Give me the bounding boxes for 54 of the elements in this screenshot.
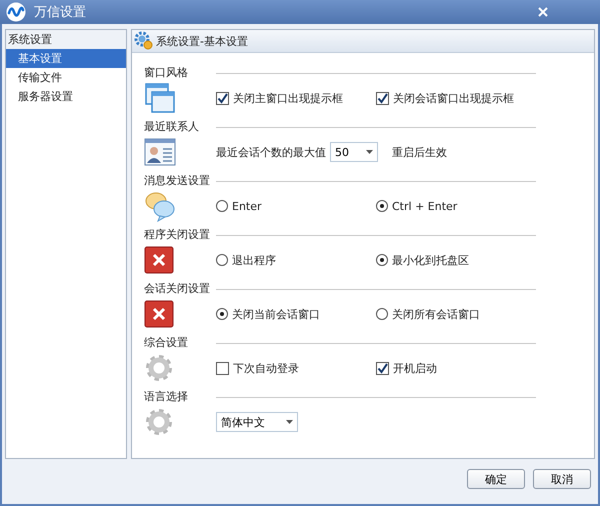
checkbox[interactable]: 开机启动: [376, 360, 536, 376]
contact-card-icon: [144, 136, 176, 168]
section-title: 窗口风格: [144, 65, 189, 81]
field-label: 最近会话个数的最大值: [216, 144, 326, 160]
checkbox-square[interactable]: [216, 92, 229, 104]
gear-icon: [144, 407, 174, 437]
dialog-button[interactable]: 取消: [533, 469, 591, 489]
dropdown[interactable]: 简体中文: [216, 412, 298, 432]
checkbox-square[interactable]: [216, 362, 229, 374]
sidebar-item[interactable]: 基本设置: [6, 49, 126, 68]
section-title: 会话关闭设置: [144, 281, 211, 297]
radio-circle[interactable]: [376, 200, 388, 212]
section-title: 程序关闭设置: [144, 227, 211, 243]
close-icon: [144, 300, 174, 328]
hint-text: 重启后生效: [392, 144, 447, 160]
section-title: 语言选择: [144, 389, 189, 405]
radio-button[interactable]: 退出程序: [216, 252, 376, 268]
checkbox[interactable]: 关闭会话窗口出现提示框: [376, 90, 536, 106]
gear-icon: [134, 31, 154, 51]
checkbox-square[interactable]: [376, 92, 389, 104]
checkbox[interactable]: 下次自动登录: [216, 360, 376, 376]
radio-circle[interactable]: [216, 308, 228, 320]
radio-button[interactable]: Ctrl + Enter: [376, 200, 536, 212]
checkmark-icon: [217, 92, 228, 104]
caret-icon: [286, 420, 293, 424]
radio-circle[interactable]: [216, 254, 228, 266]
section-title: 最近联系人: [144, 119, 200, 135]
section-title: 综合设置: [144, 335, 189, 351]
sidebar-heading[interactable]: 系统设置: [6, 30, 126, 49]
sidebar-item[interactable]: 服务器设置: [6, 87, 126, 106]
section-title: 消息发送设置: [144, 173, 211, 189]
sidebar-item[interactable]: 传输文件: [6, 68, 126, 87]
wave-logo-icon: [6, 2, 26, 22]
windows-icon: [144, 82, 176, 114]
radio-circle[interactable]: [216, 200, 228, 212]
checkbox-square[interactable]: [376, 362, 389, 374]
window-title: 万信设置: [34, 4, 87, 21]
radio-button[interactable]: Enter: [216, 200, 376, 212]
chat-bubbles-icon: [144, 190, 176, 222]
checkmark-icon: [377, 92, 388, 104]
checkbox[interactable]: 关闭主窗口出现提示框: [216, 90, 376, 106]
radio-circle[interactable]: [376, 254, 388, 266]
dropdown[interactable]: 50: [330, 142, 378, 162]
radio-button[interactable]: 最小化到托盘区: [376, 252, 536, 268]
gear-icon: [144, 353, 174, 383]
close-icon: [144, 246, 174, 274]
radio-button[interactable]: 关闭当前会话窗口: [216, 306, 376, 322]
radio-button[interactable]: 关闭所有会话窗口: [376, 306, 536, 322]
caret-icon: [366, 150, 373, 154]
close-icon: [538, 7, 548, 17]
radio-circle[interactable]: [376, 308, 388, 320]
dialog-button[interactable]: 确定: [467, 469, 525, 489]
checkmark-icon: [377, 362, 388, 374]
panel-title: 系统设置-基本设置: [156, 34, 248, 48]
